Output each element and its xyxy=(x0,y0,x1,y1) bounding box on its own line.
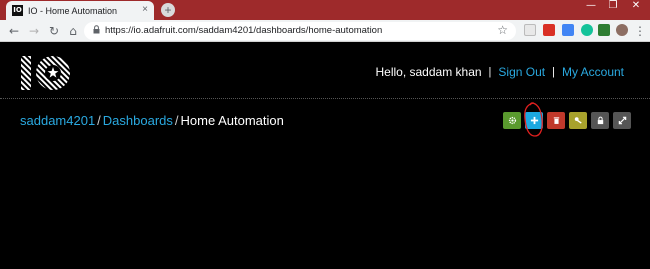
lock-icon xyxy=(93,25,100,34)
browser-toolbar: ← → ↻ ⌂ https://io.adafruit.com/saddam42… xyxy=(0,20,650,42)
share-key-button[interactable] xyxy=(569,112,587,129)
extension-icon[interactable] xyxy=(598,24,610,36)
gear-icon xyxy=(508,116,516,125)
separator: | xyxy=(488,66,492,78)
breadcrumb-separator: / xyxy=(174,113,179,128)
back-button[interactable]: ← xyxy=(6,23,22,39)
extension-icon[interactable] xyxy=(524,24,536,36)
browser-tab[interactable]: IO IO - Home Automation × xyxy=(6,1,154,20)
lock-dashboard-button[interactable] xyxy=(591,112,609,129)
adafruit-io-logo[interactable] xyxy=(20,54,72,92)
breadcrumb-user-link[interactable]: saddam4201 xyxy=(20,113,95,128)
home-button[interactable]: ⌂ xyxy=(65,23,81,39)
breadcrumb-separator: / xyxy=(97,113,101,128)
maximize-button[interactable]: ❐ xyxy=(603,0,623,14)
address-bar[interactable]: https://io.adafruit.com/saddam4201/dashb… xyxy=(84,22,516,40)
reload-button[interactable]: ↻ xyxy=(46,23,62,39)
grammarly-extension-icon[interactable] xyxy=(581,24,593,36)
forward-button[interactable]: → xyxy=(26,23,42,39)
expand-icon xyxy=(618,116,626,125)
greeting-text: Hello, saddam khan xyxy=(375,65,482,79)
key-icon xyxy=(574,117,582,124)
page-title: Home Automation xyxy=(180,113,284,128)
adafruit-io-app: Hello, saddam khan | Sign Out | My Accou… xyxy=(0,43,650,269)
window-close-button[interactable]: ✕ xyxy=(626,0,646,14)
translate-extension-icon[interactable] xyxy=(562,24,574,36)
lock-icon xyxy=(597,116,603,125)
profile-avatar[interactable] xyxy=(616,24,628,36)
tab-title: IO - Home Automation xyxy=(28,5,118,16)
tab-close-icon[interactable]: × xyxy=(142,4,148,16)
adafruit-io-favicon: IO xyxy=(12,5,23,16)
bookmark-star-icon[interactable]: ☆ xyxy=(497,23,508,37)
fullscreen-button[interactable] xyxy=(613,112,631,129)
user-menu: Hello, saddam khan | Sign Out | My Accou… xyxy=(375,65,624,79)
browser-tab-strip: IO IO - Home Automation × + — ❐ ✕ xyxy=(0,0,650,20)
breadcrumb-dashboards-link[interactable]: Dashboards xyxy=(103,113,173,128)
annotation-circle xyxy=(524,102,543,137)
settings-button[interactable] xyxy=(503,112,521,129)
sign-out-link[interactable]: Sign Out xyxy=(498,65,545,79)
header-divider xyxy=(0,98,650,99)
pdf-extension-icon[interactable] xyxy=(543,24,555,36)
browser-menu-icon[interactable]: ⋮ xyxy=(632,23,648,39)
url-text: https://io.adafruit.com/saddam4201/dashb… xyxy=(105,25,383,36)
new-tab-button[interactable]: + xyxy=(161,3,175,17)
separator: | xyxy=(552,66,555,78)
delete-dashboard-button[interactable] xyxy=(547,112,565,129)
my-account-link[interactable]: My Account xyxy=(562,65,624,79)
breadcrumb: saddam4201 / Dashboards / Home Automatio… xyxy=(20,113,284,128)
minimize-button[interactable]: — xyxy=(581,0,601,14)
trash-icon xyxy=(553,117,559,124)
